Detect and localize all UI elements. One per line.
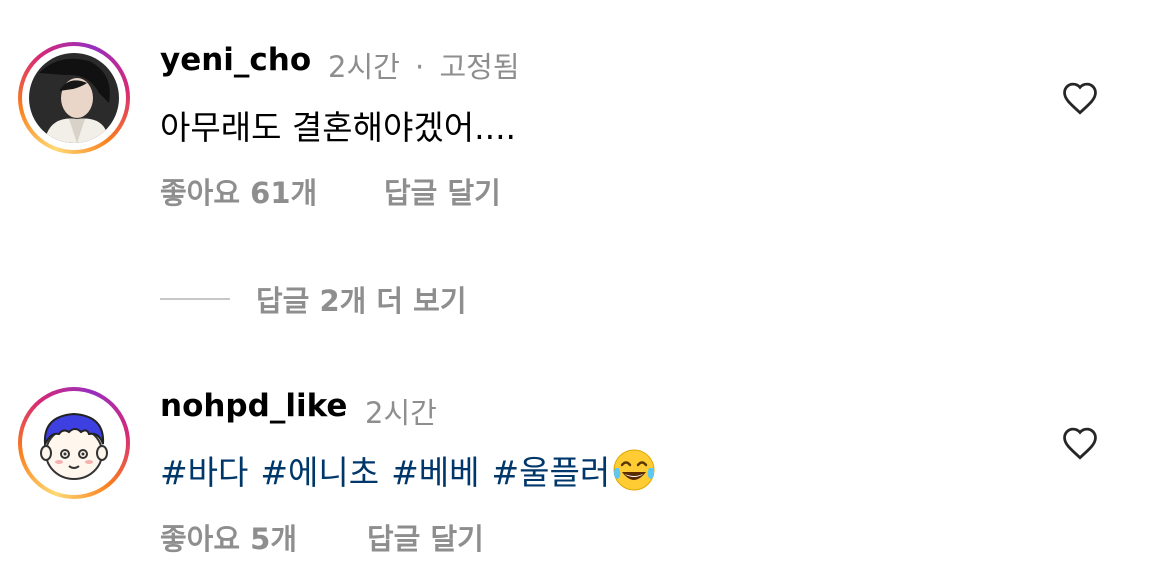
reply-button[interactable]: 답글 달기 bbox=[384, 170, 501, 212]
story-ring[interactable] bbox=[18, 42, 130, 154]
comment-text: 아무래도 결혼해야겠어.... bbox=[160, 108, 517, 147]
comment-hashtags: #바다 #에니초 #베베 #울플러 bbox=[160, 446, 656, 494]
comment-username[interactable]: nohpd_like bbox=[160, 388, 347, 424]
replies-divider bbox=[160, 298, 230, 300]
avatar-photo bbox=[29, 53, 119, 143]
comment-username[interactable]: yeni_cho bbox=[160, 42, 311, 78]
story-ring[interactable] bbox=[18, 387, 130, 499]
hashtag-link[interactable]: #에니초 bbox=[260, 453, 379, 492]
avatar-cartoon bbox=[29, 398, 119, 488]
pinned-label: 고정됨 bbox=[439, 50, 520, 84]
avatar[interactable] bbox=[29, 398, 119, 488]
avatar[interactable] bbox=[29, 53, 119, 143]
heart-icon[interactable] bbox=[1061, 81, 1099, 115]
heart-icon[interactable] bbox=[1061, 426, 1099, 460]
hashtag-link[interactable]: #울플러 bbox=[491, 453, 610, 492]
hashtag-link[interactable]: #바다 bbox=[160, 453, 248, 492]
comment-meta: 2시간 · 고정됨 bbox=[328, 44, 520, 86]
view-replies-button[interactable]: 답글 2개 더 보기 bbox=[256, 278, 467, 320]
reply-button[interactable]: 답글 달기 bbox=[367, 516, 484, 558]
comment-time: 2시간 bbox=[328, 50, 400, 84]
hashtag-link[interactable]: #베베 bbox=[391, 453, 479, 492]
comment-time: 2시간 bbox=[365, 396, 437, 430]
likes-count[interactable]: 좋아요 5개 bbox=[160, 516, 297, 558]
meta-separator: · bbox=[415, 50, 425, 84]
face-with-tears-of-joy-icon bbox=[613, 449, 655, 491]
likes-count[interactable]: 좋아요 61개 bbox=[160, 170, 317, 212]
